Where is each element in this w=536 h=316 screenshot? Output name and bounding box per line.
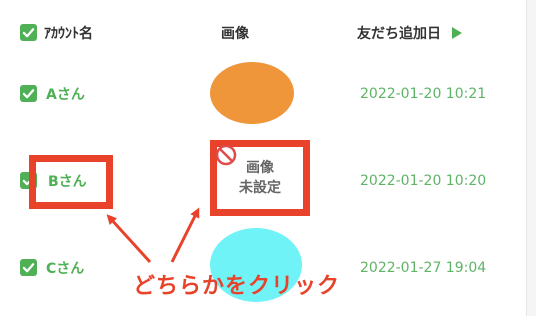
arrow-to-name [106, 214, 152, 264]
arrow-to-image [170, 207, 200, 263]
friends-list-panel: ｱｶｳﾝﾄ名 画像 友だち追加日 Aさん 2022-01-20 10:21 Bさ… [0, 0, 527, 316]
instruction-text: どちらかをクリック [133, 274, 341, 299]
